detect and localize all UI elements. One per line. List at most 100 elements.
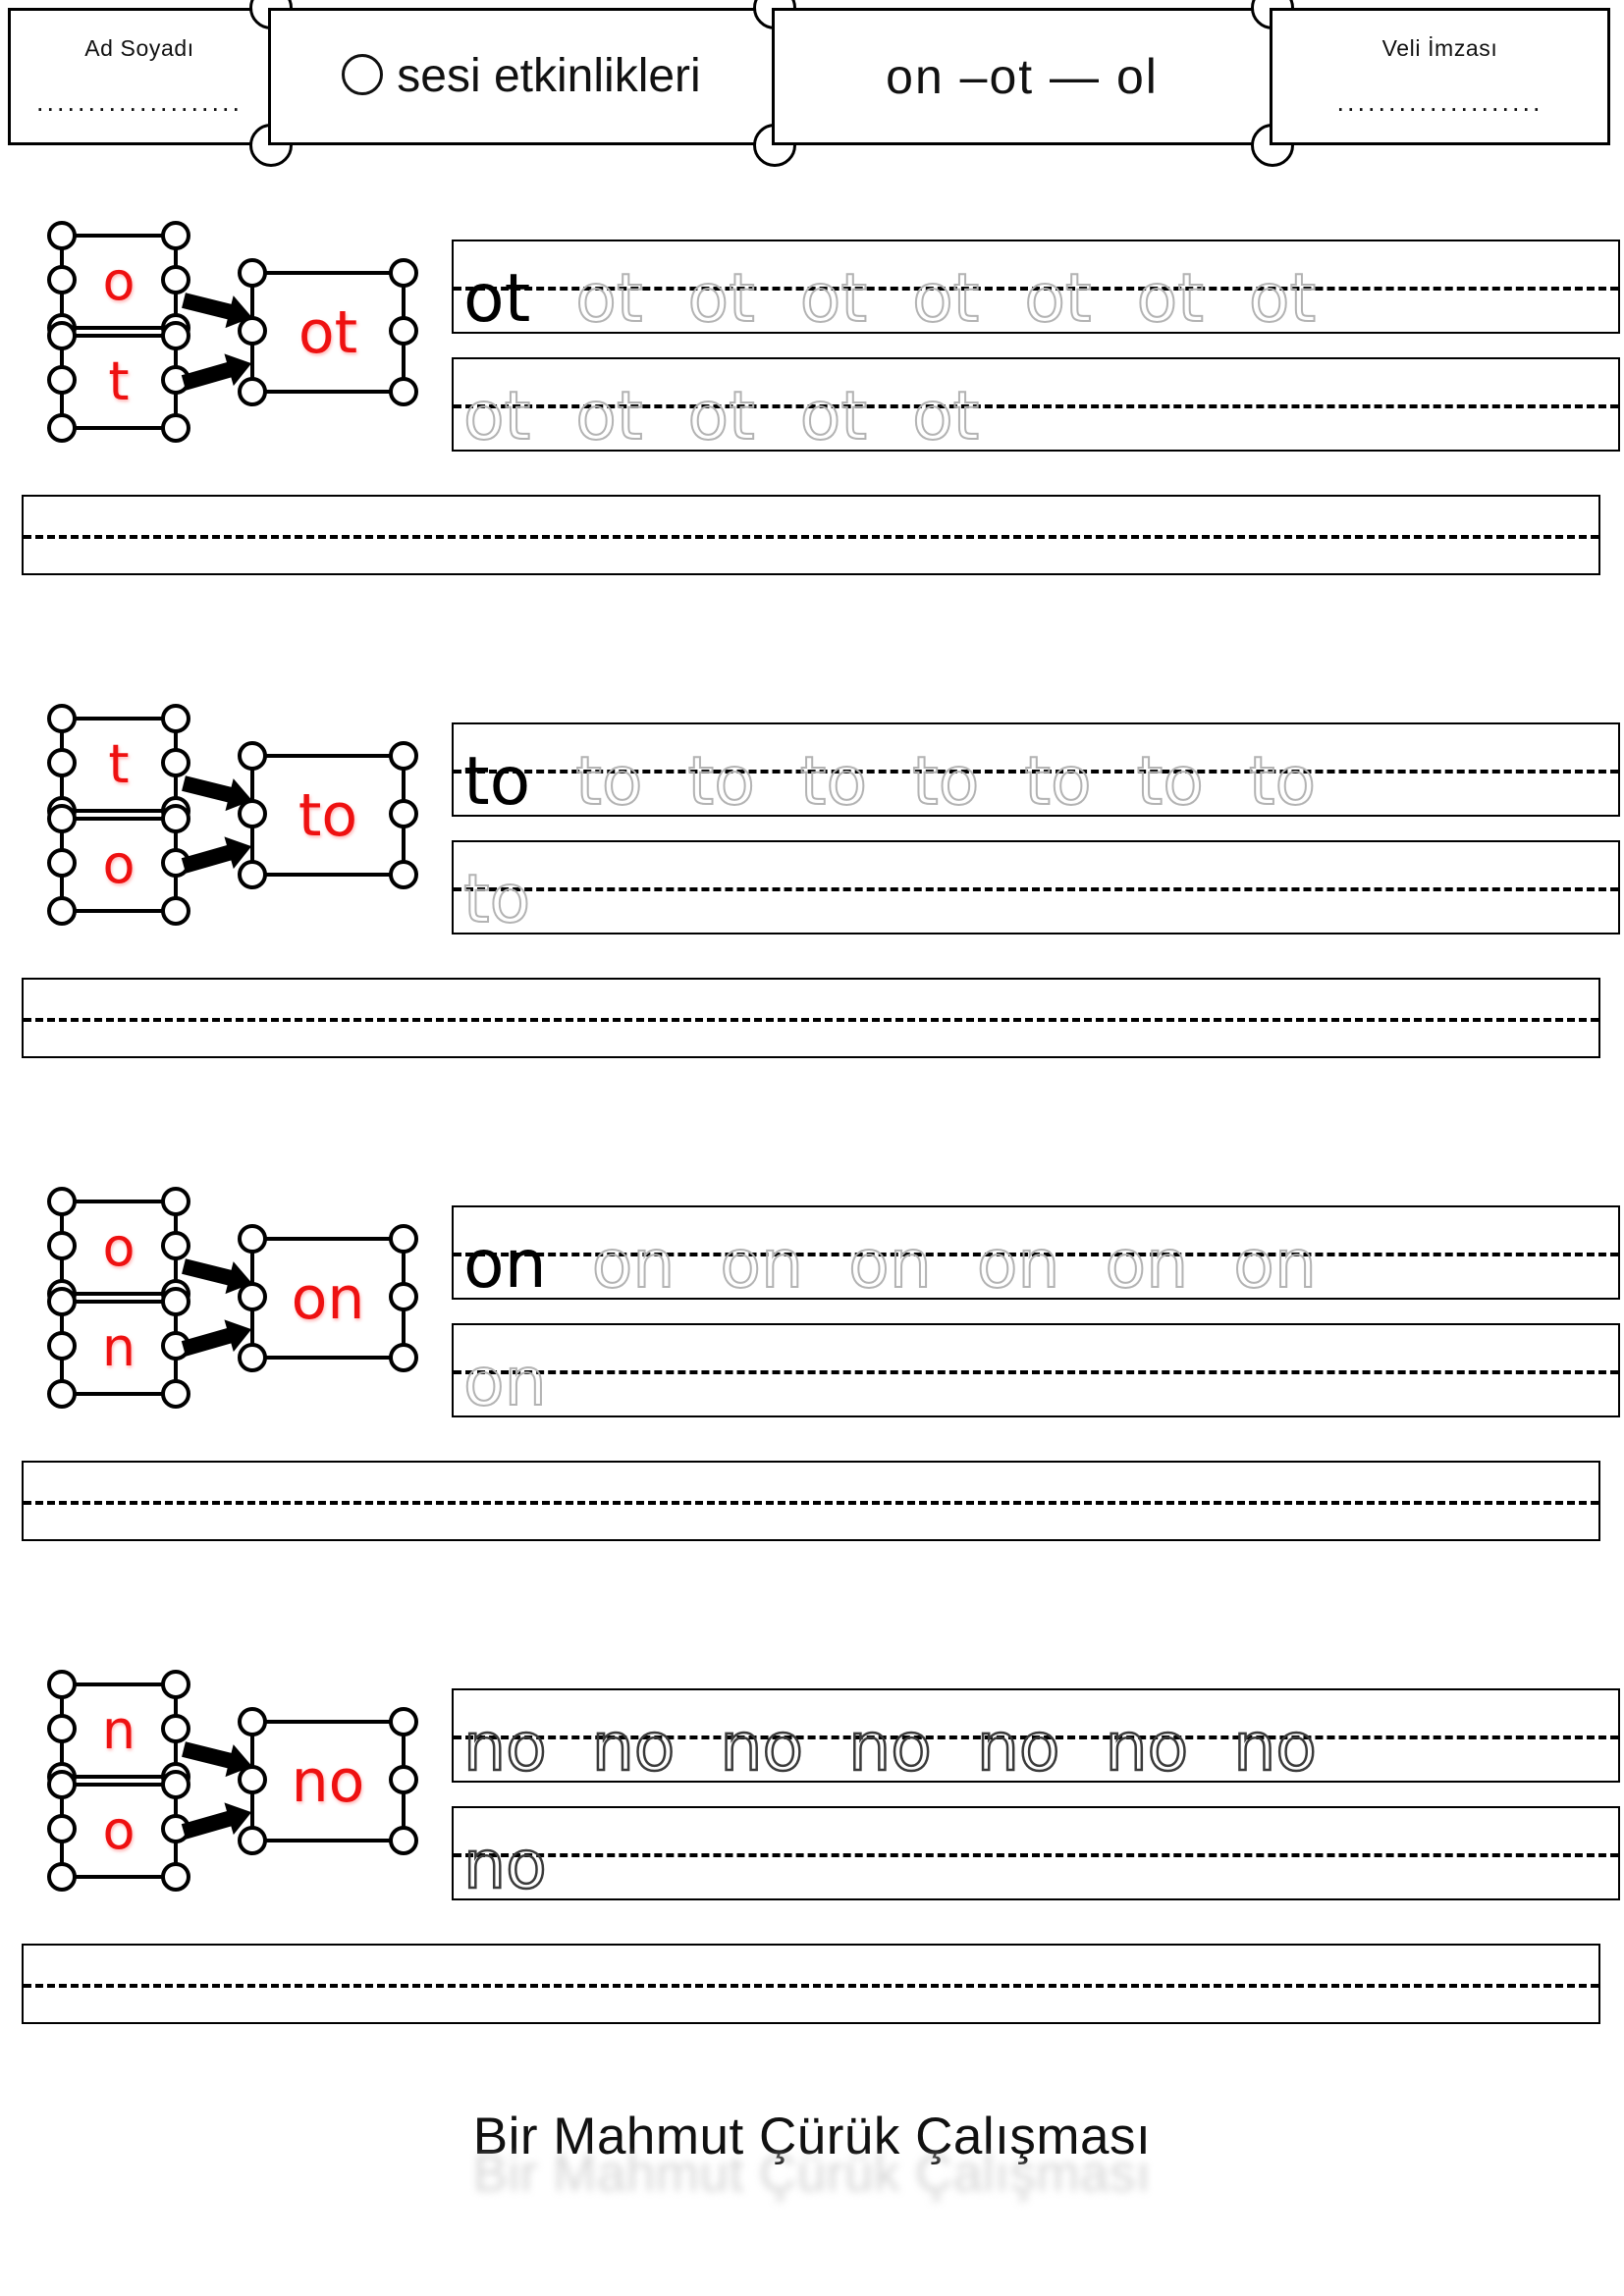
notch-icon — [238, 1826, 267, 1855]
tracing-line-1[interactable]: on on on on on on on — [452, 1205, 1620, 1300]
practice-content[interactable] — [33, 497, 1598, 573]
trace-ghost-3-2-0[interactable]: no — [462, 1831, 548, 1898]
practice-content[interactable] — [33, 980, 1598, 1056]
syllable-card[interactable]: to — [238, 741, 418, 889]
trace-ghost-2-1-3[interactable]: on — [976, 1231, 1061, 1299]
trace-ghost-2-1-0[interactable]: on — [591, 1231, 677, 1299]
trace-ghost-3-1-5[interactable]: no — [1104, 1713, 1189, 1781]
notch-icon — [161, 1231, 190, 1260]
notch-icon — [161, 221, 190, 250]
notch-icon — [161, 265, 190, 294]
tracing-line-2[interactable]: ot ot ot ot ot — [452, 357, 1620, 452]
letter-card-top[interactable]: o — [47, 1187, 190, 1308]
arrow-top-icon — [182, 293, 240, 322]
trace-ghost-2-1-5[interactable]: on — [1232, 1231, 1318, 1299]
worksheet-title-text: sesi etkinlikleri — [397, 50, 701, 102]
footer-credit-shadow: Bir Mahmut Çürük Çalışması — [472, 2145, 1152, 2203]
practice-line[interactable] — [22, 495, 1600, 575]
notch-icon — [47, 804, 77, 833]
notch-icon — [389, 1826, 418, 1855]
notch-icon — [238, 1707, 267, 1736]
trace-ghost-0-1-6[interactable]: ot — [1248, 265, 1317, 333]
parent-signature-blank[interactable]: .................... — [1336, 89, 1543, 116]
trace-ghost-0-1-3[interactable]: ot — [911, 265, 980, 333]
letter-card-top[interactable]: t — [47, 704, 190, 826]
trace-ghost-2-1-1[interactable]: on — [719, 1231, 804, 1299]
syllable-card[interactable]: ot — [238, 258, 418, 406]
notch-icon — [47, 321, 77, 350]
parent-signature-cell: Veli İmzası .................... — [1270, 8, 1610, 145]
letter-card-bottom[interactable]: o — [47, 1770, 190, 1892]
trace-ghost-1-1-0[interactable]: to — [574, 748, 643, 816]
practice-content[interactable] — [33, 1463, 1598, 1539]
trace-ghost-0-1-0[interactable]: ot — [574, 265, 643, 333]
notch-icon — [161, 413, 190, 443]
trace-ghost-1-1-4[interactable]: to — [1023, 748, 1092, 816]
letter-card-top[interactable]: n — [47, 1670, 190, 1791]
trace-ghost-1-1-2[interactable]: to — [799, 748, 868, 816]
practice-line[interactable] — [22, 978, 1600, 1058]
parent-signature-label: Veli İmzası — [1381, 35, 1498, 61]
notch-icon — [161, 1862, 190, 1892]
trace-ghost-0-2-0[interactable]: ot — [462, 383, 531, 451]
letter-card-bottom[interactable]: o — [47, 804, 190, 926]
worksheet-title-cell: sesi etkinlikleri — [268, 0, 796, 167]
arrow-bottom-icon — [181, 359, 240, 391]
notch-icon — [47, 1379, 77, 1409]
trace-ghost-1-1-6[interactable]: to — [1248, 748, 1317, 816]
tracing-line-2[interactable]: to — [452, 840, 1620, 934]
trace-ghost-1-1-3[interactable]: to — [911, 748, 980, 816]
practice-line[interactable] — [22, 1944, 1600, 2024]
trace-ghost-2-1-4[interactable]: on — [1105, 1231, 1190, 1299]
trace-ghost-0-2-3[interactable]: ot — [799, 383, 868, 451]
notch-icon — [47, 221, 77, 250]
trace-ghost-1-2-0[interactable]: to — [462, 866, 531, 934]
tracing-line-2[interactable]: on — [452, 1323, 1620, 1417]
trace-ghost-3-1-2[interactable]: no — [719, 1713, 804, 1781]
notch-icon — [238, 860, 267, 889]
trace-ghost-1-1-1[interactable]: to — [687, 748, 756, 816]
trace-ghost-0-2-2[interactable]: ot — [687, 383, 756, 451]
trace-ghost-2-1-2[interactable]: on — [847, 1231, 933, 1299]
syllable-card[interactable]: no — [238, 1707, 418, 1855]
trace-ghost-3-1-0[interactable]: no — [462, 1713, 548, 1781]
tracing-content: to to to to to to to to — [463, 724, 1618, 817]
letter-card-top-glyph: t — [108, 733, 130, 795]
practice-line[interactable] — [22, 1461, 1600, 1541]
trace-model-1-1: to — [463, 743, 531, 817]
trace-ghost-0-2-4[interactable]: ot — [911, 383, 980, 451]
tracing-line-1[interactable]: no no no no no no no — [452, 1688, 1620, 1783]
letter-card-bottom[interactable]: t — [47, 321, 190, 443]
letter-card-top[interactable]: o — [47, 221, 190, 343]
trace-ghost-0-2-1[interactable]: ot — [574, 383, 643, 451]
trace-ghost-3-1-4[interactable]: no — [976, 1713, 1061, 1781]
student-name-blank[interactable]: .................... — [36, 89, 243, 116]
practice-content[interactable] — [33, 1946, 1598, 2022]
notch-icon — [47, 413, 77, 443]
notch-icon — [389, 860, 418, 889]
notch-icon — [389, 1707, 418, 1736]
trace-model-2-1: on — [463, 1226, 547, 1300]
trace-ghost-2-2-0[interactable]: on — [462, 1349, 548, 1416]
trace-ghost-0-1-5[interactable]: ot — [1136, 265, 1205, 333]
tracing-line-2[interactable]: no — [452, 1806, 1620, 1900]
trace-ghost-3-1-6[interactable]: no — [1232, 1713, 1318, 1781]
arrow-top-icon — [182, 1258, 240, 1288]
notch-icon — [161, 1714, 190, 1743]
notch-icon — [238, 1764, 267, 1794]
syllable-card-glyph: ot — [298, 297, 358, 367]
tracing-content: on on on on on on on — [463, 1207, 1618, 1300]
syllable-card[interactable]: on — [238, 1224, 418, 1372]
letter-card-bottom[interactable]: n — [47, 1287, 190, 1409]
trace-ghost-0-1-2[interactable]: ot — [799, 265, 868, 333]
tracing-line-1[interactable]: ot ot ot ot ot ot ot ot — [452, 240, 1620, 334]
trace-ghost-0-1-1[interactable]: ot — [687, 265, 756, 333]
trace-ghost-3-1-3[interactable]: no — [847, 1713, 933, 1781]
syllable-builder-to: t o to — [47, 704, 418, 926]
trace-ghost-1-1-5[interactable]: to — [1136, 748, 1205, 816]
trace-ghost-3-1-1[interactable]: no — [590, 1713, 676, 1781]
tracing-line-1[interactable]: to to to to to to to to — [452, 722, 1620, 817]
trace-ghost-0-1-4[interactable]: ot — [1023, 265, 1092, 333]
notch-icon — [161, 1379, 190, 1409]
notch-icon — [47, 265, 77, 294]
